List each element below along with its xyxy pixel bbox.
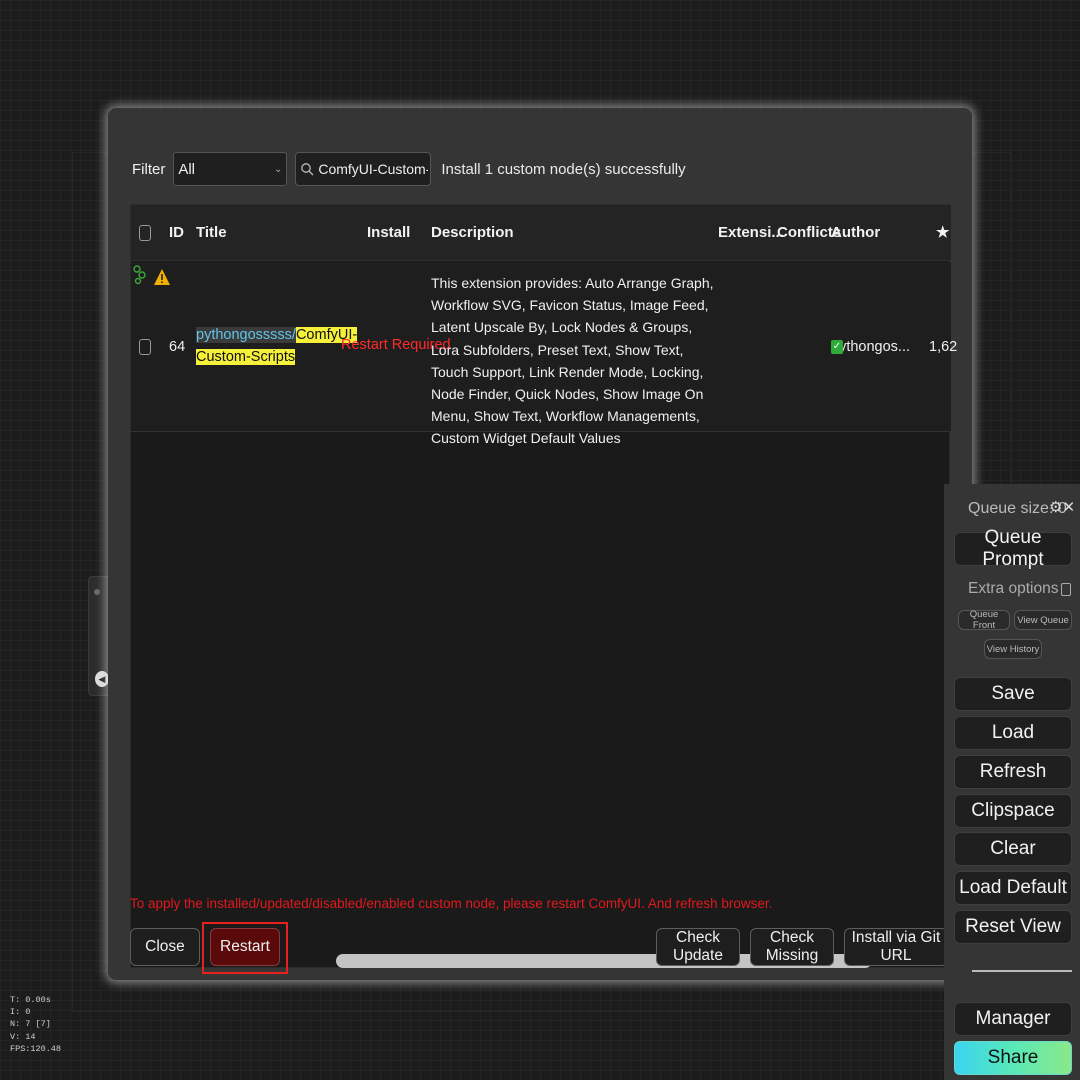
verified-check-icon: ✓ <box>831 340 843 354</box>
refresh-button[interactable]: Refresh <box>954 755 1072 789</box>
collapse-arrow-icon[interactable]: ◀ <box>95 671 109 687</box>
search-icon <box>301 163 314 176</box>
load-button[interactable]: Load <box>954 716 1072 750</box>
col-title[interactable]: Title <box>196 224 227 241</box>
search-box[interactable] <box>295 152 432 186</box>
row-checkbox[interactable] <box>139 339 151 355</box>
custom-nodes-manager-dialog: Filter All ⌄ Install 1 custom node(s) su… <box>108 108 972 980</box>
col-install[interactable]: Install <box>367 224 410 241</box>
table-row: 64 pythongosssss/ComfyUI-Custom-Scripts … <box>131 262 957 446</box>
nodes-table: ID Title Install Description Extensi... … <box>130 204 957 968</box>
view-queue-button[interactable]: View Queue <box>1014 610 1072 630</box>
clipspace-button[interactable]: Clipspace <box>954 794 1072 828</box>
row-owner[interactable]: pythongosssss/ <box>196 327 296 343</box>
check-update-button[interactable]: Check Update <box>656 928 740 966</box>
row-id: 64 <box>169 339 186 355</box>
warning-icon[interactable] <box>153 268 171 286</box>
extension-link-icon[interactable] <box>131 262 149 286</box>
comfy-side-menu: Queue size: 0 ⚙✕ Queue Prompt Extra opti… <box>944 484 1080 1080</box>
filter-label: Filter <box>132 160 166 178</box>
menu-divider <box>972 970 1072 972</box>
select-all-checkbox[interactable] <box>139 225 151 241</box>
extra-options-toggle[interactable]: Extra options <box>968 580 1072 598</box>
restart-button[interactable]: Restart <box>210 928 280 966</box>
panel-dot-icon <box>94 589 100 595</box>
close-button[interactable]: Close <box>130 928 200 966</box>
stat-time: T: 0.00s <box>10 995 51 1005</box>
row-author: ✓ pythongos... <box>831 339 910 355</box>
reset-view-button[interactable]: Reset View <box>954 910 1072 944</box>
load-default-button[interactable]: Load Default <box>954 871 1072 905</box>
install-git-url-button[interactable]: Install via Git URL <box>844 928 948 966</box>
stat-i: I: 0 <box>10 1007 31 1018</box>
check-missing-button[interactable]: Check Missing <box>750 928 834 966</box>
extra-options-label: Extra options <box>968 580 1059 597</box>
filter-select[interactable]: All ⌄ <box>173 152 288 186</box>
row-stars: 1,62 <box>929 339 958 355</box>
close-icon[interactable]: ✕ <box>1062 499 1075 516</box>
extra-options-checkbox[interactable] <box>1061 582 1072 596</box>
col-author[interactable]: Author <box>831 224 880 241</box>
row-title-link[interactable]: pythongosssss/ComfyUI-Custom-Scripts <box>196 324 358 368</box>
col-id[interactable]: ID <box>169 224 184 241</box>
render-stats: T: 0.00s I: 0 N: 7 [7] V: 14 FPS:120.48 <box>10 994 61 1055</box>
filter-selected-value: All <box>178 160 196 178</box>
table-header: ID Title Install Description Extensi... … <box>131 205 951 261</box>
search-input[interactable] <box>318 161 429 177</box>
stat-v: V: 14 <box>10 1031 36 1042</box>
filter-bar: Filter All ⌄ Install 1 custom node(s) su… <box>132 152 686 186</box>
menu-controls: ⚙✕ <box>1049 498 1075 516</box>
queue-prompt-button[interactable]: Queue Prompt <box>954 527 1072 570</box>
view-history-button[interactable]: View History <box>984 639 1042 659</box>
stat-fps: FPS:120.48 <box>10 1043 62 1054</box>
install-status-message: Install 1 custom node(s) successfully <box>441 160 686 178</box>
left-panel-tab[interactable]: ◀ <box>88 576 110 696</box>
restart-notice: To apply the installed/updated/disabled/… <box>130 896 773 911</box>
share-button[interactable]: Share <box>954 1041 1072 1075</box>
gear-icon[interactable]: ⚙ <box>1049 499 1062 516</box>
save-button[interactable]: Save <box>954 677 1072 711</box>
stat-nodes: N: 7 [7] <box>10 1019 51 1030</box>
queue-front-button[interactable]: Queue Front <box>958 609 1010 631</box>
col-extensions[interactable]: Extensi... <box>718 224 784 241</box>
col-description[interactable]: Description <box>431 224 514 241</box>
chevron-down-icon: ⌄ <box>273 163 283 175</box>
manager-button[interactable]: Manager <box>954 1002 1072 1036</box>
clear-button[interactable]: Clear <box>954 832 1072 866</box>
row-description: This extension provides: Auto Arrange Gr… <box>431 275 714 447</box>
star-icon[interactable]: ★ <box>936 223 949 241</box>
